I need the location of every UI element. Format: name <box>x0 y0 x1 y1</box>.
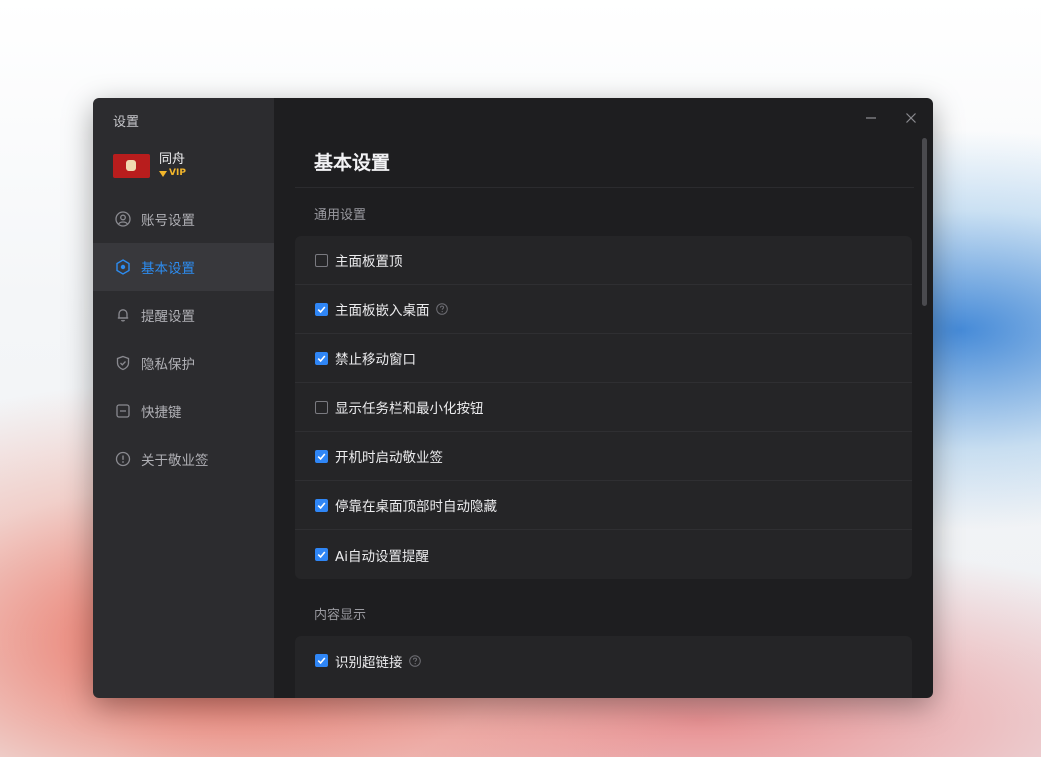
option-launch-at-startup[interactable]: 开机时启动敬业签 <box>295 432 912 481</box>
keyboard-icon <box>115 403 131 419</box>
checkbox[interactable] <box>315 449 328 463</box>
sidebar-item-label: 基本设置 <box>141 261 195 277</box>
checkbox[interactable] <box>315 498 328 512</box>
check-icon <box>317 452 326 460</box>
settings-window: 设置 同舟 VIP 账号设置 基本设置 提醒设置 隐私保护 快捷键 关于敬业签 … <box>93 98 933 698</box>
help-icon[interactable] <box>435 303 448 315</box>
option-label: 主面板置顶 <box>335 254 403 270</box>
checkbox[interactable] <box>315 654 328 667</box>
option-label: 开机时启动敬业签 <box>335 450 443 466</box>
page-title: 基本设置 <box>314 152 391 174</box>
sidebar-item-privacy[interactable]: 隐私保护 <box>93 339 274 387</box>
sidebar-item-label: 关于敬业签 <box>141 453 209 469</box>
check-icon <box>317 501 326 509</box>
option-auto-hide-top[interactable]: 停靠在桌面顶部时自动隐藏 <box>295 481 912 530</box>
diamond-icon <box>159 170 167 177</box>
option-label: 主面板嵌入桌面 <box>335 303 430 319</box>
sidebar-item-account[interactable]: 账号设置 <box>93 195 274 243</box>
bell-icon <box>115 307 131 323</box>
sidebar-item-shortcuts[interactable]: 快捷键 <box>93 387 274 435</box>
shield-icon <box>115 355 131 371</box>
check-icon <box>317 354 326 362</box>
check-icon <box>317 305 326 313</box>
info-icon <box>115 451 131 467</box>
user-profile[interactable]: 同舟 VIP <box>113 152 186 179</box>
settings-icon <box>115 259 131 275</box>
checkbox[interactable] <box>315 351 328 365</box>
scrollbar-thumb[interactable] <box>922 138 927 306</box>
window-title: 设置 <box>113 115 140 130</box>
avatar[interactable] <box>113 153 150 178</box>
close-icon <box>906 113 916 123</box>
option-label: 识别超链接 <box>335 654 403 671</box>
section-title-content-display: 内容显示 <box>314 608 367 623</box>
minimize-button[interactable] <box>861 108 881 128</box>
divider <box>295 187 914 188</box>
option-lock-window[interactable]: 禁止移动窗口 <box>295 334 912 383</box>
check-icon <box>317 657 326 665</box>
minimize-icon <box>866 117 876 119</box>
sidebar-item-label: 快捷键 <box>141 405 182 421</box>
section-title-general: 通用设置 <box>314 208 367 223</box>
sidebar-item-about[interactable]: 关于敬业签 <box>93 435 274 483</box>
checkbox[interactable] <box>315 302 328 316</box>
option-label: 停靠在桌面顶部时自动隐藏 <box>335 499 497 515</box>
general-settings-card: 主面板置顶 主面板嵌入桌面 禁止移动窗口 显示任务栏和最小化按钮 开机时启动敬业… <box>295 236 912 579</box>
checkbox[interactable] <box>315 253 328 267</box>
vip-label: VIP <box>169 168 186 178</box>
checkbox[interactable] <box>315 548 328 561</box>
option-label: Ai自动设置提醒 <box>335 548 429 565</box>
check-icon <box>317 551 326 559</box>
sidebar-item-reminders[interactable]: 提醒设置 <box>93 291 274 339</box>
sidebar-item-basic-settings[interactable]: 基本设置 <box>93 243 274 291</box>
main-panel: 基本设置 通用设置 主面板置顶 主面板嵌入桌面 禁止移动窗口 显示任务栏和最小化… <box>274 98 933 698</box>
option-embed-desktop[interactable]: 主面板嵌入桌面 <box>295 285 912 334</box>
content-display-card: 识别超链接 <box>295 636 912 698</box>
option-show-taskbar[interactable]: 显示任务栏和最小化按钮 <box>295 383 912 432</box>
sidebar: 设置 同舟 VIP 账号设置 基本设置 提醒设置 隐私保护 快捷键 关于敬业签 <box>93 98 274 698</box>
sidebar-nav: 账号设置 基本设置 提醒设置 隐私保护 快捷键 关于敬业签 <box>93 195 274 483</box>
vip-badge: VIP <box>159 168 186 179</box>
option-main-panel-on-top[interactable]: 主面板置顶 <box>295 236 912 285</box>
close-button[interactable] <box>901 108 921 128</box>
user-icon <box>115 211 131 227</box>
sidebar-item-label: 隐私保护 <box>141 357 195 373</box>
sidebar-item-label: 提醒设置 <box>141 309 195 325</box>
option-ai-reminders[interactable]: Ai自动设置提醒 <box>295 530 912 579</box>
option-detect-hyperlinks[interactable]: 识别超链接 <box>295 636 912 685</box>
option-label: 显示任务栏和最小化按钮 <box>335 401 484 417</box>
option-label: 禁止移动窗口 <box>335 352 416 368</box>
checkbox[interactable] <box>315 400 328 414</box>
username: 同舟 <box>159 152 186 167</box>
sidebar-item-label: 账号设置 <box>141 213 195 229</box>
help-icon[interactable] <box>408 654 421 667</box>
